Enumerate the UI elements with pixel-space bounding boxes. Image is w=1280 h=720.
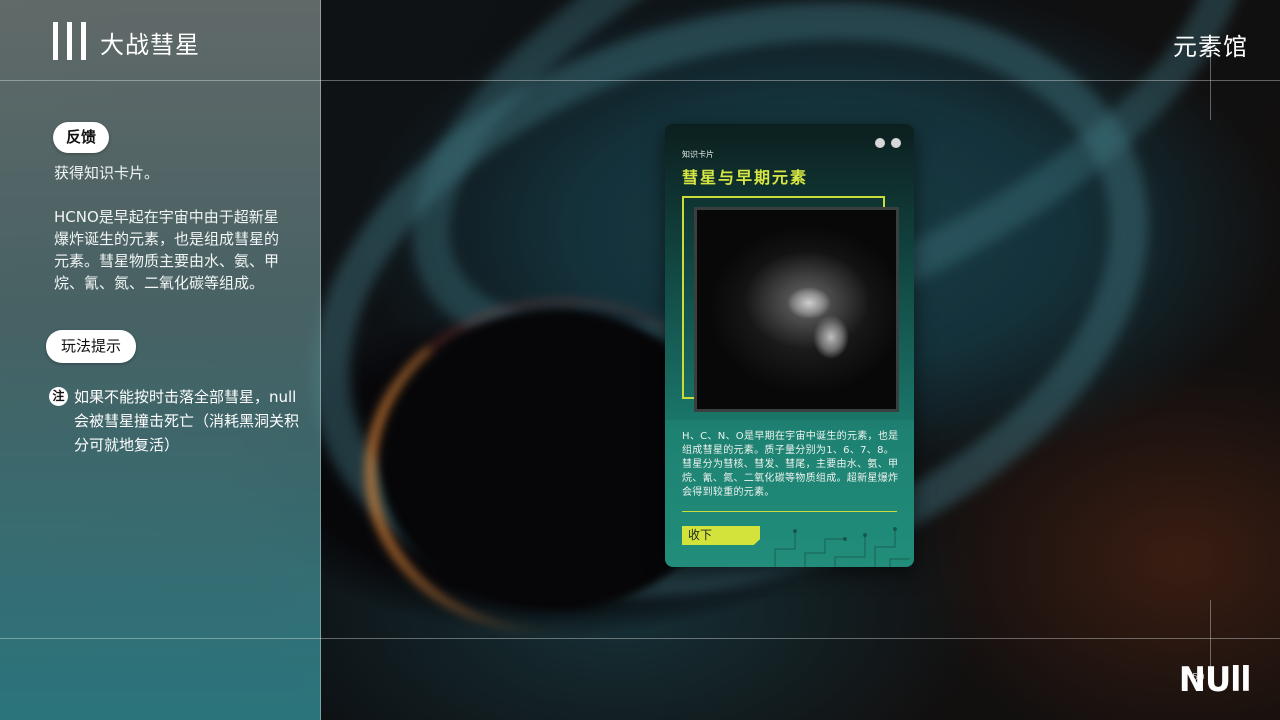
card-window-dots-icon — [869, 133, 901, 152]
circuit-pattern-icon — [774, 527, 910, 567]
feedback-text: 获得知识卡片。 — [54, 164, 160, 182]
collapse-button[interactable]: 收下 — [682, 526, 760, 545]
feedback-badge: 反馈 — [53, 122, 109, 153]
left-info-panel — [0, 0, 321, 720]
knowledge-card: 知识卡片 彗星与早期元素 H、C、N、O是早期在宇宙中诞生的元素，也是组成彗星的… — [665, 124, 914, 567]
card-kicker: 知识卡片 — [682, 150, 714, 159]
divider-line — [0, 80, 1280, 81]
divider-line — [0, 638, 1280, 639]
page-number: 50 — [1192, 672, 1205, 683]
game-title: 大战彗星 — [100, 31, 200, 59]
card-separator — [682, 511, 897, 512]
section-title: 元素馆 — [1173, 33, 1248, 61]
tips-badge: 玩法提示 — [46, 330, 136, 363]
card-description: H、C、N、O是早期在宇宙中诞生的元素，也是组成彗星的元素。质子量分别为1、6、… — [682, 431, 899, 498]
brand-logo: NUll — [1178, 660, 1252, 700]
note-text: 如果不能按时击落全部彗星，null会被彗星撞击死亡（消耗黑洞关积分可就地复活） — [74, 388, 300, 454]
note-icon: 注 — [49, 387, 68, 406]
feedback-body: HCNO是早起在宇宙中由于超新星爆炸诞生的元素，也是组成彗星的元素。彗星物质主要… — [54, 208, 280, 292]
comet-photo — [694, 207, 899, 412]
menu-bars-icon[interactable] — [53, 22, 87, 60]
card-title: 彗星与早期元素 — [682, 168, 809, 187]
